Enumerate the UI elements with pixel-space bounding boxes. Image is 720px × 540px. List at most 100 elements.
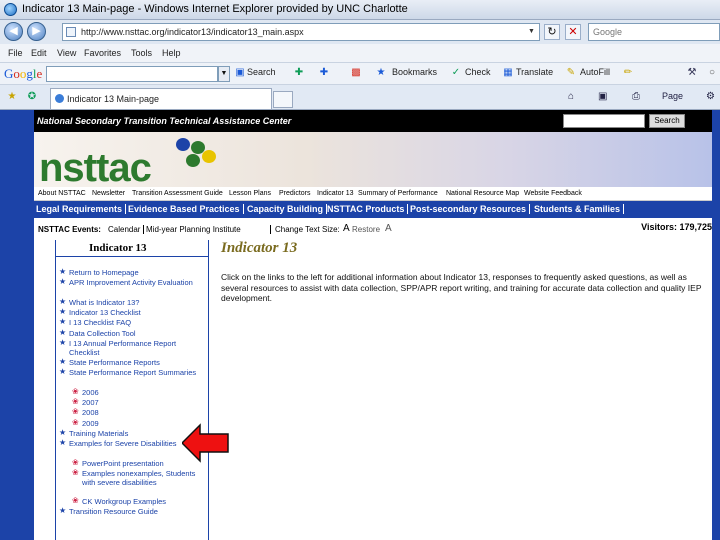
- text-size-small[interactable]: A: [385, 223, 392, 234]
- translate-icon[interactable]: ▦: [502, 67, 514, 79]
- ie-logo-icon: [4, 3, 17, 16]
- star-icon[interactable]: ★: [375, 67, 387, 79]
- logo-dot-green-2: [186, 154, 200, 167]
- share-icon[interactable]: ✚: [293, 67, 305, 79]
- sidebar-item[interactable]: APR Improvement Activity Evaluation: [69, 278, 206, 287]
- toolbar-options-icon[interactable]: ○: [706, 67, 718, 79]
- top-nav-about[interactable]: About NSTTAC: [38, 190, 86, 197]
- spellcheck-icon[interactable]: ✓: [450, 67, 462, 79]
- address-bar-row: ◀ ▶ http://www.nsttac.org/indicator13/in…: [0, 20, 720, 44]
- org-name: National Secondary Transition Technical …: [37, 116, 292, 126]
- page-menu-button[interactable]: Page: [662, 91, 683, 101]
- main-nav-postsecondary[interactable]: Post-secondary Resources: [410, 204, 531, 214]
- highlighter-icon[interactable]: ✏: [622, 67, 634, 79]
- sidebar-item[interactable]: Data Collection Tool: [69, 329, 206, 338]
- events-bar: NSTTAC Events: Calendar Mid-year Plannin…: [34, 223, 712, 237]
- settings-wrench-icon[interactable]: ⚒: [686, 67, 698, 79]
- sidebar-item[interactable]: Transition Resource Guide: [69, 507, 206, 516]
- refresh-icon[interactable]: ↻: [544, 24, 560, 40]
- top-nav-newsletter[interactable]: Newsletter: [92, 190, 125, 197]
- menu-view[interactable]: View: [57, 48, 76, 58]
- bookmarks-button[interactable]: Bookmarks: [392, 67, 437, 77]
- stop-icon[interactable]: ✕: [565, 24, 581, 40]
- google-search-input[interactable]: [46, 66, 218, 82]
- text-size-restore[interactable]: Restore: [352, 225, 380, 234]
- flower-bullet-icon: ❀: [72, 407, 79, 417]
- google-search-button[interactable]: Search: [247, 67, 276, 77]
- sidebar-item[interactable]: What is Indicator 13?: [69, 298, 206, 307]
- sidebar-item[interactable]: 2007: [82, 398, 206, 407]
- main-nav-products[interactable]: NSTTAC Products: [327, 204, 409, 214]
- address-input[interactable]: http://www.nsttac.org/indicator13/indica…: [62, 23, 540, 41]
- favorites-star-icon[interactable]: ★: [6, 91, 18, 103]
- sidebar-item[interactable]: CK Workgroup Examples: [82, 497, 206, 506]
- sidebar-heading: Indicator 13: [89, 242, 147, 254]
- main-nav-capacity[interactable]: Capacity Building: [247, 204, 328, 214]
- check-button[interactable]: Check: [465, 67, 491, 77]
- popup-blocker-icon[interactable]: ▩: [350, 67, 362, 79]
- add-favorites-icon[interactable]: ✪: [26, 91, 38, 103]
- top-nav-feedback[interactable]: Website Feedback: [524, 190, 582, 197]
- address-dropdown-icon[interactable]: ▼: [526, 26, 537, 38]
- more-icon[interactable]: ✚: [318, 67, 330, 79]
- translate-button[interactable]: Translate: [516, 67, 553, 77]
- sidebar-item[interactable]: I 13 Annual Performance Report Checklist: [69, 339, 206, 357]
- main-nav-legal[interactable]: Legal Requirements: [36, 204, 127, 214]
- star-bullet-icon: ★: [59, 357, 67, 367]
- sidebar-item[interactable]: Indicator 13 Checklist: [69, 308, 206, 317]
- print-icon[interactable]: ⎙: [632, 91, 640, 102]
- autofill-button[interactable]: AutoFill: [580, 67, 610, 77]
- top-nav-predictors[interactable]: Predictors: [279, 190, 311, 197]
- sidebar-divider: [56, 256, 208, 257]
- home-icon[interactable]: ⌂: [568, 91, 574, 102]
- star-bullet-icon: ★: [59, 506, 67, 516]
- site-search-input[interactable]: [563, 114, 645, 128]
- sidebar-item[interactable]: I 13 Checklist FAQ: [69, 318, 206, 327]
- main-nav-students-families[interactable]: Students & Families: [534, 204, 625, 214]
- new-tab-button[interactable]: [273, 91, 293, 108]
- main-nav-evidence[interactable]: Evidence Based Practices: [128, 204, 244, 214]
- top-nav-summary-performance[interactable]: Summary of Performance: [358, 190, 438, 197]
- events-planning-link[interactable]: Mid-year Planning Institute: [143, 225, 241, 234]
- sidebar-item[interactable]: 2006: [82, 388, 206, 397]
- menu-file[interactable]: File: [8, 48, 23, 58]
- flower-bullet-icon: ❀: [72, 386, 79, 396]
- tools-gear-icon[interactable]: ⚙: [706, 91, 715, 102]
- text-size-large[interactable]: A: [343, 223, 350, 234]
- star-bullet-icon: ★: [59, 337, 67, 347]
- window-title-bar: Indicator 13 Main-page - Windows Interne…: [0, 0, 720, 20]
- menu-favorites[interactable]: Favorites: [84, 48, 121, 58]
- top-nav: About NSTTAC Newsletter Transition Asses…: [34, 187, 712, 201]
- text-size-label: Change Text Size:: [270, 225, 340, 234]
- sidebar-item[interactable]: State Performance Report Summaries: [69, 368, 206, 377]
- forward-arrow-icon[interactable]: ▶: [27, 22, 46, 41]
- page-title: Indicator 13: [221, 240, 298, 256]
- autofill-icon[interactable]: ✎: [565, 67, 577, 79]
- google-toolbar: Google ▼ ▣ Search ✚ ✚ ▩ ★ Bookmarks ✓ Ch…: [0, 63, 720, 85]
- site-search-button[interactable]: Search: [649, 114, 685, 128]
- sidebar-item[interactable]: Examples nonexamples, Students with seve…: [82, 469, 206, 487]
- top-nav-indicator13[interactable]: Indicator 13: [317, 190, 354, 197]
- flower-bullet-icon: ❀: [72, 467, 79, 477]
- tab-title: Indicator 13 Main-page: [67, 94, 160, 104]
- menu-edit[interactable]: Edit: [31, 48, 47, 58]
- sidebar-item[interactable]: State Performance Reports: [69, 358, 206, 367]
- top-nav-lesson-plans[interactable]: Lesson Plans: [229, 190, 271, 197]
- red-arrow-annotation: [182, 423, 229, 463]
- sidebar-item[interactable]: 2008: [82, 408, 206, 417]
- sidebar-item[interactable]: Return to Homepage: [69, 268, 206, 277]
- star-bullet-icon: ★: [59, 427, 67, 437]
- browser-search-input[interactable]: Google: [588, 23, 720, 41]
- back-arrow-icon[interactable]: ◀: [4, 22, 23, 41]
- google-search-dropdown-icon[interactable]: ▼: [218, 66, 230, 82]
- menu-tools[interactable]: Tools: [131, 48, 152, 58]
- tab-indicator13[interactable]: Indicator 13 Main-page: [50, 88, 272, 109]
- top-nav-resource-map[interactable]: National Resource Map: [446, 190, 519, 197]
- events-calendar-link[interactable]: Calendar: [108, 225, 140, 234]
- menu-help[interactable]: Help: [162, 48, 181, 58]
- flower-bullet-icon: ❀: [72, 457, 79, 467]
- feeds-icon[interactable]: ▣: [598, 91, 607, 102]
- top-nav-assessment-guide[interactable]: Transition Assessment Guide: [132, 190, 223, 197]
- site-logo[interactable]: nsttac: [39, 146, 152, 191]
- page-right-border: [712, 110, 720, 540]
